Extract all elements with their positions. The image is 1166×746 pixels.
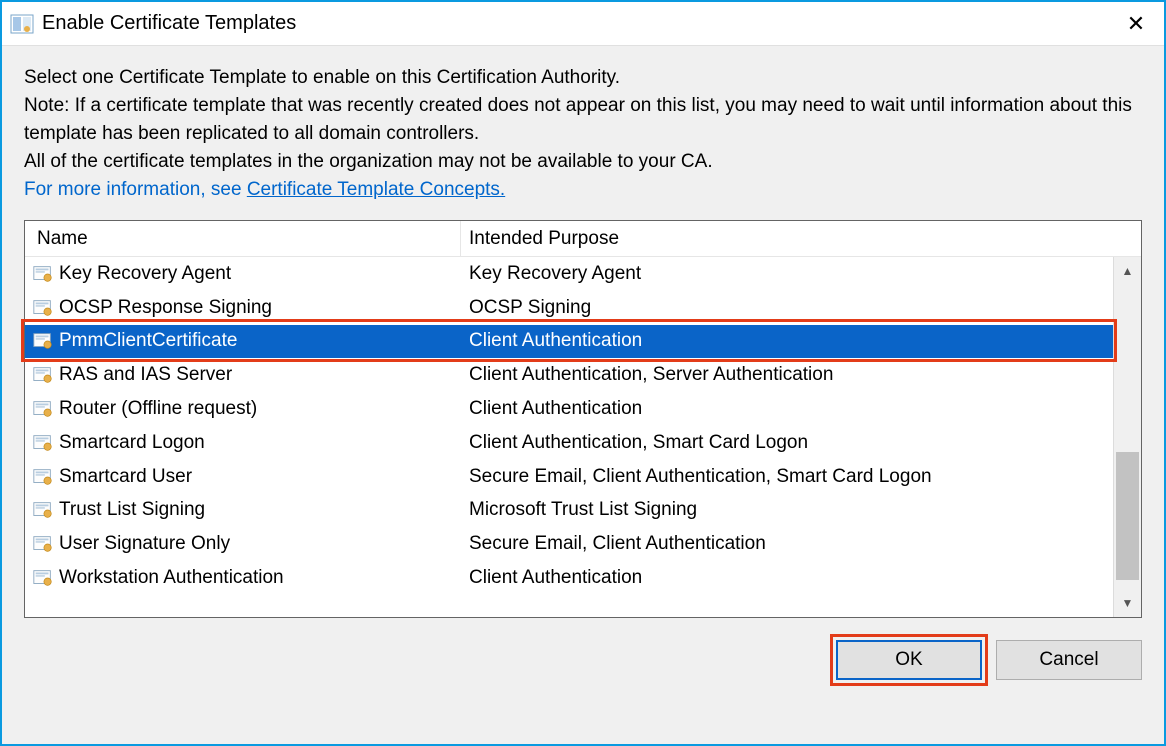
dialog-buttons: OK Cancel — [24, 640, 1142, 680]
template-row[interactable]: OCSP Response SigningOCSP Signing — [25, 291, 1113, 325]
template-name: OCSP Response Signing — [55, 297, 461, 319]
template-purpose: Secure Email, Client Authentication, Sma… — [461, 466, 1113, 488]
template-row[interactable]: Router (Offline request)Client Authentic… — [25, 392, 1113, 426]
ok-button[interactable]: OK — [836, 640, 982, 680]
column-header-name[interactable]: Name — [25, 221, 461, 256]
column-header-purpose[interactable]: Intended Purpose — [461, 221, 1113, 256]
certificate-icon — [25, 291, 55, 325]
template-purpose: Secure Email, Client Authentication — [461, 533, 1113, 555]
instruction-line: All of the certificate templates in the … — [24, 151, 713, 172]
template-purpose: Client Authentication, Smart Card Logon — [461, 432, 1113, 454]
more-info-link[interactable]: Certificate Template Concepts. — [247, 179, 505, 200]
certificate-icon — [25, 527, 55, 561]
template-name: Trust List Signing — [55, 499, 461, 521]
template-purpose: Client Authentication — [461, 567, 1113, 589]
template-row[interactable]: PmmClientCertificateClient Authenticatio… — [25, 325, 1113, 359]
certificate-icon — [25, 358, 55, 392]
certificate-icon — [25, 561, 55, 595]
instructions-text: Select one Certificate Template to enabl… — [24, 64, 1142, 204]
template-name: PmmClientCertificate — [55, 330, 461, 352]
template-row[interactable]: User Signature OnlySecure Email, Client … — [25, 527, 1113, 561]
certificate-icon — [25, 392, 55, 426]
certificate-icon — [25, 325, 55, 359]
certificate-icon — [25, 460, 55, 494]
template-row[interactable]: Trust List SigningMicrosoft Trust List S… — [25, 494, 1113, 528]
column-headers: Name Intended Purpose — [25, 221, 1141, 257]
instruction-line: Note: If a certificate template that was… — [24, 95, 1132, 144]
template-purpose: Client Authentication — [461, 330, 1113, 352]
template-purpose: OCSP Signing — [461, 297, 1113, 319]
template-row[interactable]: Key Recovery AgentKey Recovery Agent — [25, 257, 1113, 291]
scroll-up-button[interactable]: ▲ — [1114, 257, 1141, 285]
template-row[interactable]: RAS and IAS ServerClient Authentication,… — [25, 358, 1113, 392]
template-row[interactable]: Smartcard UserSecure Email, Client Authe… — [25, 460, 1113, 494]
window-title: Enable Certificate Templates — [42, 12, 1104, 35]
template-name: Smartcard Logon — [55, 432, 461, 454]
titlebar: Enable Certificate Templates ✕ — [2, 2, 1164, 46]
more-info-line: For more information, see Certificate Te… — [24, 179, 505, 200]
template-row[interactable]: Smartcard LogonClient Authentication, Sm… — [25, 426, 1113, 460]
template-listbox: Name Intended Purpose Key Recovery Agent… — [24, 220, 1142, 618]
app-icon — [10, 12, 34, 36]
scroll-thumb[interactable] — [1116, 452, 1139, 580]
template-name: Workstation Authentication — [55, 567, 461, 589]
template-purpose: Key Recovery Agent — [461, 263, 1113, 285]
close-button[interactable]: ✕ — [1112, 2, 1160, 45]
template-name: Key Recovery Agent — [55, 263, 461, 285]
template-purpose: Client Authentication, Server Authentica… — [461, 364, 1113, 386]
certificate-icon — [25, 426, 55, 460]
template-row[interactable]: Workstation AuthenticationClient Authent… — [25, 561, 1113, 595]
template-name: RAS and IAS Server — [55, 364, 461, 386]
template-rows: Key Recovery AgentKey Recovery Agent OCS… — [25, 257, 1113, 617]
scrollbar[interactable]: ▲ ▼ — [1113, 257, 1141, 617]
instruction-line: Select one Certificate Template to enabl… — [24, 67, 620, 88]
template-purpose: Client Authentication — [461, 398, 1113, 420]
certificate-icon — [25, 494, 55, 528]
scroll-down-button[interactable]: ▼ — [1114, 589, 1141, 617]
scroll-track[interactable] — [1114, 285, 1141, 589]
template-name: User Signature Only — [55, 533, 461, 555]
dialog-window: Enable Certificate Templates ✕ Select on… — [0, 0, 1166, 746]
cancel-button[interactable]: Cancel — [996, 640, 1142, 680]
more-info-prefix: For more information, see — [24, 179, 247, 200]
dialog-body: Select one Certificate Template to enabl… — [2, 46, 1164, 744]
certificate-icon — [25, 257, 55, 291]
template-purpose: Microsoft Trust List Signing — [461, 499, 1113, 521]
template-name: Smartcard User — [55, 466, 461, 488]
template-name: Router (Offline request) — [55, 398, 461, 420]
